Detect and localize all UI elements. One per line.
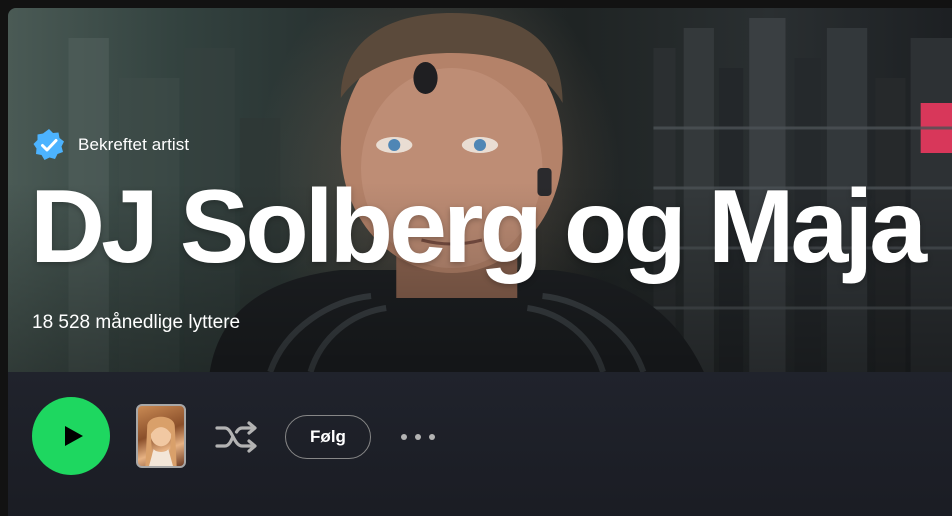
shuffle-icon	[215, 421, 257, 453]
verified-artist-row: Bekreftet artist	[32, 128, 189, 162]
artist-preview-thumbnail[interactable]	[136, 404, 186, 468]
play-button[interactable]	[32, 397, 110, 475]
artist-page: Bekreftet artist DJ Solberg og Maja 18 5…	[0, 0, 952, 516]
more-options-button[interactable]	[396, 422, 440, 452]
play-icon	[64, 426, 83, 446]
verified-artist-label: Bekreftet artist	[78, 135, 190, 154]
main-view: Bekreftet artist DJ Solberg og Maja 18 5…	[8, 8, 952, 516]
preview-image	[145, 416, 177, 466]
artist-header-banner: Bekreftet artist DJ Solberg og Maja 18 5…	[8, 8, 952, 372]
follow-button[interactable]: Følg	[285, 415, 371, 459]
artist-name: DJ Solberg og Maja	[30, 169, 927, 285]
monthly-listeners: 18 528 månedlige lyttere	[32, 312, 241, 333]
more-options-icon	[401, 434, 435, 440]
shuffle-button[interactable]	[214, 419, 260, 455]
verified-badge-icon	[33, 129, 64, 160]
action-bar: Følg	[8, 372, 952, 516]
